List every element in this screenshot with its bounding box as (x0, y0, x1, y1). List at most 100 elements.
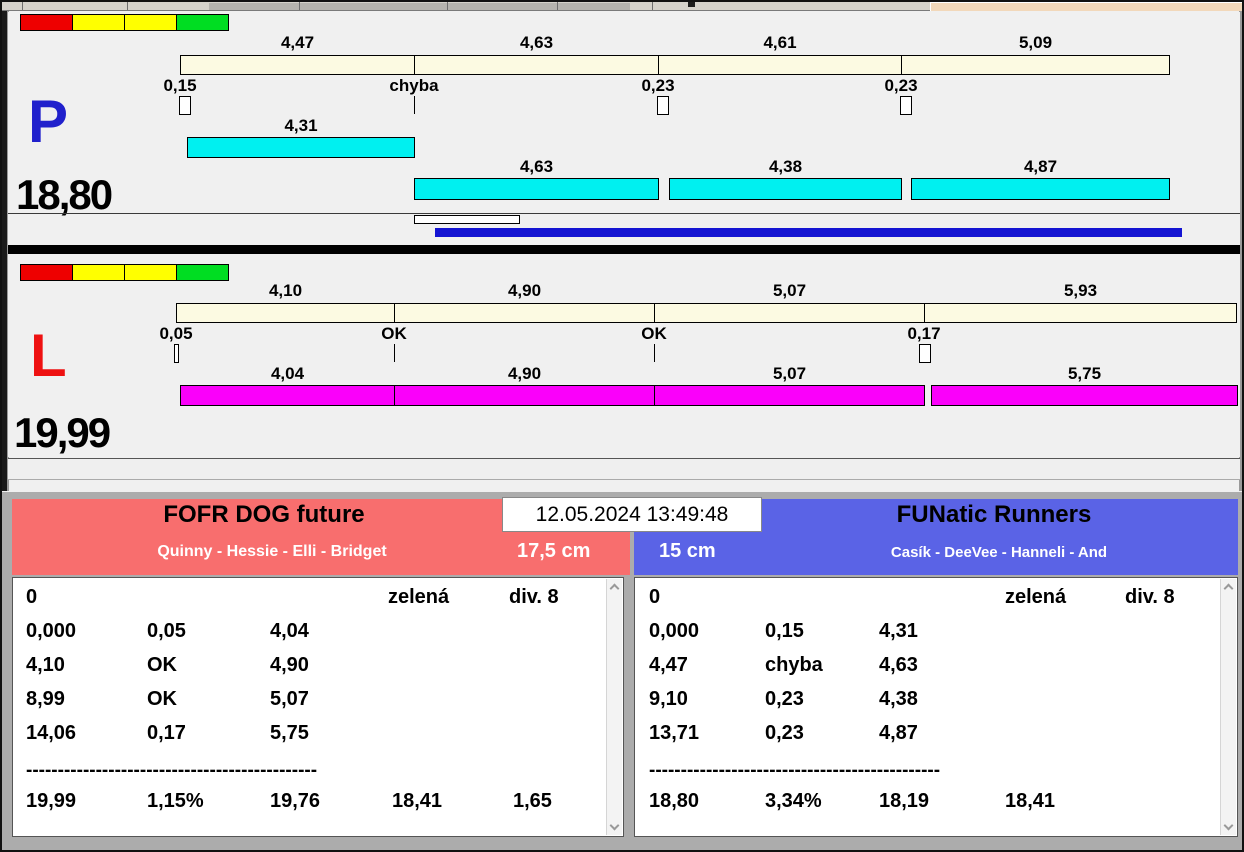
lane-panel-p: 4,47 4,63 4,61 5,09 0,15 chyba 0,23 0,23… (8, 12, 1240, 245)
exchange-marker-tick (414, 96, 415, 114)
timeline-cursor-box (414, 215, 520, 224)
table-total-cell: 18,41 (392, 790, 443, 812)
panel-divider-line (8, 213, 1240, 214)
split-bar-segment (658, 55, 902, 75)
split-time-label: 4,63 (519, 33, 554, 52)
toolbar-divider (447, 2, 448, 10)
table-separator: ----------------------------------------… (26, 760, 318, 781)
chevron-down-icon[interactable] (609, 820, 620, 831)
exchange-result-label: 0,15 (163, 76, 197, 95)
table-total-cell: 1,15% (147, 790, 204, 812)
table-total-cell: 18,19 (879, 790, 930, 812)
run-time-label: 5,07 (772, 364, 807, 383)
table-cell: 0,23 (765, 688, 804, 710)
exchange-result-label: OK (641, 324, 667, 343)
table-total-cell: 1,65 (513, 790, 552, 812)
run-time-label: 5,75 (1067, 364, 1102, 383)
run-time-label: 4,63 (519, 157, 554, 176)
jump-height: 15 cm (659, 540, 716, 562)
exchange-marker-box (919, 344, 931, 363)
jump-height: 17,5 cm (517, 540, 591, 562)
toolbar-divider (557, 2, 558, 10)
table-cell: 13,71 (649, 722, 700, 744)
results-table-right[interactable]: 0 zelená div. 8 0,000 0,15 4,31 4,47 chy… (634, 577, 1238, 837)
table-cell: 8,99 (26, 688, 65, 710)
split-time-label: 5,93 (1063, 281, 1098, 300)
split-bar-segment (654, 303, 925, 323)
run-bar (414, 178, 659, 200)
exchange-result-label: 0,23 (641, 76, 675, 95)
scrollbar[interactable] (1220, 579, 1236, 835)
table-cell: chyba (765, 654, 823, 676)
table-cell-division: div. 8 (509, 586, 559, 608)
table-cell: 0 (26, 586, 38, 608)
table-cell-category: zelená (1005, 586, 1067, 608)
run-time-label: 4,90 (507, 364, 542, 383)
run-time-label: 4,87 (1023, 157, 1058, 176)
table-cell-category: zelená (388, 586, 450, 608)
split-time-label: 4,61 (763, 33, 797, 52)
table-separator: ----------------------------------------… (649, 760, 941, 781)
toolbar-fill-segment (209, 3, 630, 10)
chevron-up-icon[interactable] (609, 583, 620, 594)
exchange-result-label: 0,17 (907, 324, 941, 343)
table-total-cell: 19,76 (270, 790, 321, 812)
lane-separator (8, 245, 1240, 254)
split-bar-segment (176, 303, 395, 323)
table-cell: 0,15 (765, 620, 804, 642)
lane-total-time: 18,80 (16, 171, 113, 218)
split-time-label: 5,09 (1018, 33, 1053, 52)
light-green (176, 14, 229, 31)
results-table-left[interactable]: 0 zelená div. 8 0,000 0,05 4,04 4,10 OK … (12, 577, 624, 837)
light-yellow-2 (124, 14, 177, 31)
light-red (20, 264, 73, 281)
table-cell: OK (147, 654, 177, 676)
run-bar (654, 385, 925, 406)
run-time-label: 4,31 (284, 116, 318, 135)
scrollbar[interactable] (606, 579, 622, 835)
table-cell: OK (147, 688, 177, 710)
progress-bar (435, 228, 1182, 237)
table-cell: 0,23 (765, 722, 804, 744)
table-total-cell: 18,80 (649, 790, 700, 812)
exchange-result-label: 0,23 (884, 76, 918, 95)
split-bar-segment (180, 55, 415, 75)
team-members: Casík - DeeVee - Hanneli - And (890, 544, 1108, 561)
table-cell-division: div. 8 (1125, 586, 1175, 608)
table-cell: 4,38 (879, 688, 918, 710)
table-cell: 5,75 (270, 722, 309, 744)
chevron-up-icon[interactable] (1223, 583, 1234, 594)
split-bar-segment (901, 55, 1170, 75)
team-members: Quinny - Hessie - Elli - Bridget (157, 543, 387, 560)
split-time-label: 4,47 (280, 33, 315, 52)
split-bar-segment (924, 303, 1237, 323)
lane-panel-l: 4,10 4,90 5,07 5,93 0,05 OK OK 0,17 4,04… (8, 254, 1240, 457)
teams-section: FOFR DOG future Quinny - Hessie - Elli -… (2, 492, 1242, 850)
background-window-fragment (930, 2, 1242, 11)
run-bar (394, 385, 655, 406)
run-time-label: 4,38 (768, 157, 803, 176)
lane-letter: L (30, 322, 67, 389)
table-cell: 14,06 (26, 722, 77, 744)
table-total-cell: 18,41 (1005, 790, 1056, 812)
table-cell: 9,10 (649, 688, 688, 710)
team-name: FUNatic Runners (896, 501, 1092, 528)
team-name: FOFR DOG future (163, 501, 365, 528)
toolbar-divider (299, 2, 300, 10)
table-cell: 4,90 (270, 654, 309, 676)
exchange-marker-box (179, 96, 191, 115)
table-cell: 0 (649, 586, 661, 608)
toolbar-divider (127, 2, 128, 10)
chevron-down-icon[interactable] (1223, 820, 1234, 831)
light-yellow-2 (124, 264, 177, 281)
exchange-marker-tick (394, 344, 395, 362)
table-cell: 4,31 (879, 620, 918, 642)
exchange-result-label: 0,05 (159, 324, 193, 343)
light-green (176, 264, 229, 281)
table-cell: 4,63 (879, 654, 918, 676)
split-time-label: 4,10 (268, 281, 303, 300)
table-cell: 4,47 (649, 654, 688, 676)
table-cell: 4,10 (26, 654, 65, 676)
table-cell: 0,17 (147, 722, 186, 744)
exchange-marker-box (657, 96, 669, 115)
